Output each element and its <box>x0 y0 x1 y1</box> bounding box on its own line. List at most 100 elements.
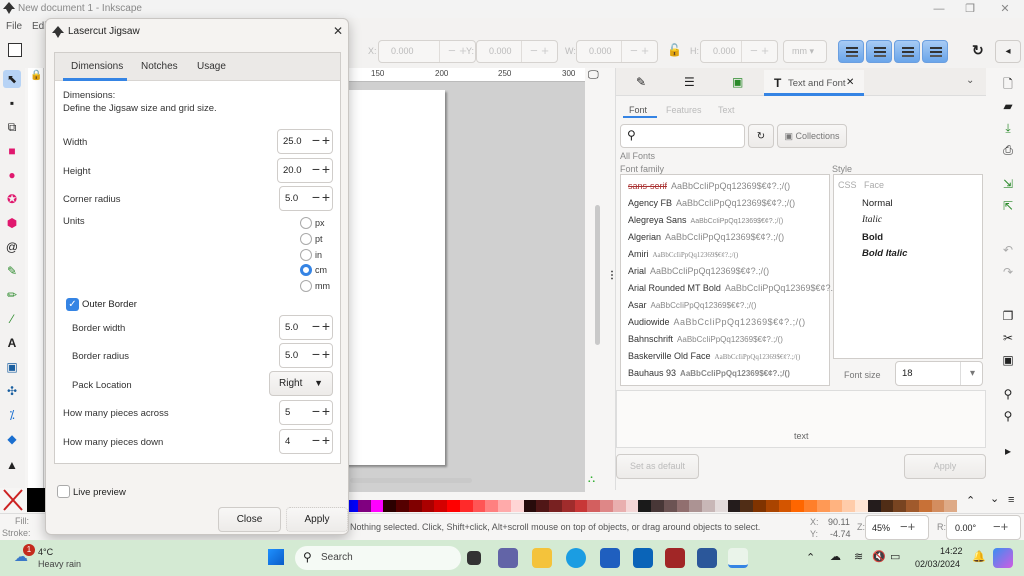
close-button[interactable]: Close <box>218 507 281 532</box>
palette-swatch[interactable] <box>434 500 447 512</box>
palette-swatch[interactable] <box>523 500 537 512</box>
open-icon[interactable]: ▰ <box>1000 98 1016 114</box>
pieces-across-spinbox[interactable]: 5 − + <box>279 400 333 425</box>
clock-date[interactable]: 02/03/2024 <box>915 559 960 569</box>
palette-swatch[interactable] <box>625 500 639 512</box>
eraser-tool-icon[interactable]: ▲ <box>3 456 21 474</box>
subtab-features[interactable]: Features <box>666 105 702 115</box>
border-radius-spinbox[interactable]: 5.0 − + <box>279 343 333 368</box>
export-icon[interactable]: ⇱ <box>1000 198 1016 214</box>
decrement-button[interactable]: − <box>312 346 320 362</box>
dropper-tool-icon[interactable]: ⁒ <box>3 406 21 424</box>
decrement-button[interactable]: − <box>312 161 320 177</box>
display-mode-icon[interactable]: 🖵 <box>588 69 599 82</box>
palette-swatch[interactable] <box>561 500 575 512</box>
star-tool-icon[interactable]: ✪ <box>3 190 21 208</box>
dialog-close-icon[interactable]: ✕ <box>333 24 343 38</box>
w-field[interactable]: 0.000 − + <box>576 40 658 63</box>
pack-location-select[interactable]: Right ▼ <box>269 371 333 396</box>
palette-swatch[interactable] <box>740 500 753 512</box>
save-icon[interactable]: ⤓ <box>1000 120 1016 136</box>
fill-stroke-tab-icon[interactable]: ✎ <box>636 75 646 89</box>
redo-icon[interactable]: ↷ <box>1000 264 1016 280</box>
palette-swatch[interactable] <box>931 500 945 512</box>
battery-icon[interactable]: ▭ <box>890 550 900 563</box>
palette-swatch[interactable] <box>944 500 957 512</box>
live-preview-checkbox[interactable] <box>57 485 70 498</box>
align-tab-icon[interactable]: ☰ <box>684 75 695 89</box>
font-item[interactable]: Bauhaus 93 AaBbCcIiPpQq12369$€¢?.;/() <box>628 368 790 378</box>
color-manage-icon[interactable]: ⛬ <box>588 474 595 485</box>
units-radio-mm[interactable] <box>300 280 312 292</box>
palette-swatch[interactable] <box>702 500 715 512</box>
w-stepper[interactable]: − + <box>621 41 657 62</box>
scale-corners-button[interactable] <box>866 40 892 63</box>
palette-swatch[interactable] <box>498 500 511 512</box>
palette-swatch[interactable] <box>727 500 741 512</box>
palette-swatch[interactable] <box>587 500 600 512</box>
style-item[interactable]: Normal <box>862 198 893 209</box>
increment-button[interactable]: + <box>322 189 330 205</box>
text-apply-button[interactable]: Apply <box>904 454 986 479</box>
print-icon[interactable]: ⎙ <box>1000 142 1016 158</box>
undo-icon[interactable]: ↶ <box>1000 242 1016 258</box>
paste-icon[interactable]: ▣ <box>1000 352 1016 368</box>
x-field[interactable]: 0.000− + <box>378 40 476 63</box>
pencil-tool-icon[interactable]: ✏ <box>3 286 21 304</box>
increment-button[interactable]: + <box>322 403 330 419</box>
word-icon[interactable] <box>697 548 717 568</box>
snap-menu-button[interactable]: ◂ <box>995 40 1021 63</box>
y-field[interactable]: 0.000 − + <box>476 40 558 63</box>
palette-swatch[interactable] <box>651 500 664 512</box>
pieces-down-spinbox[interactable]: 4 − + <box>279 429 333 454</box>
palette-swatch[interactable] <box>421 500 435 512</box>
palette-swatch[interactable] <box>370 500 384 512</box>
tab-usage[interactable]: Usage <box>197 61 226 72</box>
width-spinbox[interactable]: 25.0− + <box>277 129 333 154</box>
wifi-icon[interactable]: ≋ <box>854 550 863 563</box>
app-icon[interactable] <box>665 548 685 568</box>
palette-swatch[interactable] <box>472 500 486 512</box>
subtab-font[interactable]: Font <box>629 105 647 115</box>
y-stepper[interactable]: − + <box>521 41 557 62</box>
store-icon[interactable] <box>600 548 620 568</box>
copilot-icon[interactable] <box>993 548 1013 568</box>
teams-icon[interactable] <box>498 548 518 568</box>
style-list[interactable]: CSS Face Normal Italic Bold Bold Italic <box>833 174 983 359</box>
rectangle-tool-icon[interactable]: ■ <box>3 142 21 160</box>
paint-bucket-tool-icon[interactable]: ◆ <box>3 430 21 448</box>
apply-button[interactable]: Apply <box>286 507 348 532</box>
selector-tool-icon[interactable]: ⬉ <box>3 70 21 88</box>
decrement-button[interactable]: − <box>312 432 320 448</box>
font-item[interactable]: Baskerville Old Face AaBbCcIiPpQq12369$€¢… <box>628 351 800 361</box>
font-item[interactable]: Algerian AaBbCcIiPpQq12369$€¢?.;/() <box>628 232 784 242</box>
font-item[interactable]: Audiowide AaBbCcIiPpQq12369$€¢?.;/() <box>628 317 806 327</box>
palette-swatch[interactable] <box>663 500 677 512</box>
zoom-field[interactable]: 45% −+ <box>865 515 929 540</box>
start-icon[interactable] <box>268 549 284 565</box>
font-item[interactable]: Asar AaBbCcIiPpQq12369$€¢?.;/() <box>628 300 756 310</box>
font-item[interactable]: Agency FB AaBbCcIiPpQq12369$€¢?.;/() <box>628 198 795 208</box>
outlook-icon[interactable] <box>633 548 653 568</box>
palette-swatch[interactable] <box>918 500 932 512</box>
dock-menu-chevron-icon[interactable]: ⌄ <box>966 75 974 86</box>
palette-swatch[interactable] <box>765 500 779 512</box>
transform-patterns-button[interactable] <box>922 40 948 63</box>
increment-button[interactable]: + <box>322 161 330 177</box>
tab-notches[interactable]: Notches <box>141 61 178 72</box>
style-item[interactable]: Bold <box>862 232 883 243</box>
palette-scroll-down-icon[interactable]: ⌄ <box>990 492 999 505</box>
units-radio-pt[interactable] <box>300 233 312 245</box>
stroke-color-swatch[interactable] <box>27 488 45 512</box>
guide-lock-icon[interactable]: 🔒 <box>30 70 42 81</box>
h-field[interactable]: 0.000 − + <box>700 40 778 63</box>
palette-swatch[interactable] <box>536 500 549 512</box>
outer-border-checkbox[interactable]: ✓ <box>66 298 79 311</box>
font-item[interactable]: Amiri AaBbCcIiPpQq12369$€¢?.;/() <box>628 249 738 259</box>
palette-scroll-up-icon[interactable]: ⌃ <box>966 494 975 507</box>
zoom-selection-icon[interactable]: ⚲ <box>1000 386 1016 402</box>
scale-stroke-button[interactable] <box>838 40 864 63</box>
more-commands-icon[interactable]: ▸ <box>1000 443 1016 459</box>
collections-button[interactable]: ▣ Collections <box>777 124 847 148</box>
snap-icon[interactable]: ↻ <box>972 42 984 59</box>
